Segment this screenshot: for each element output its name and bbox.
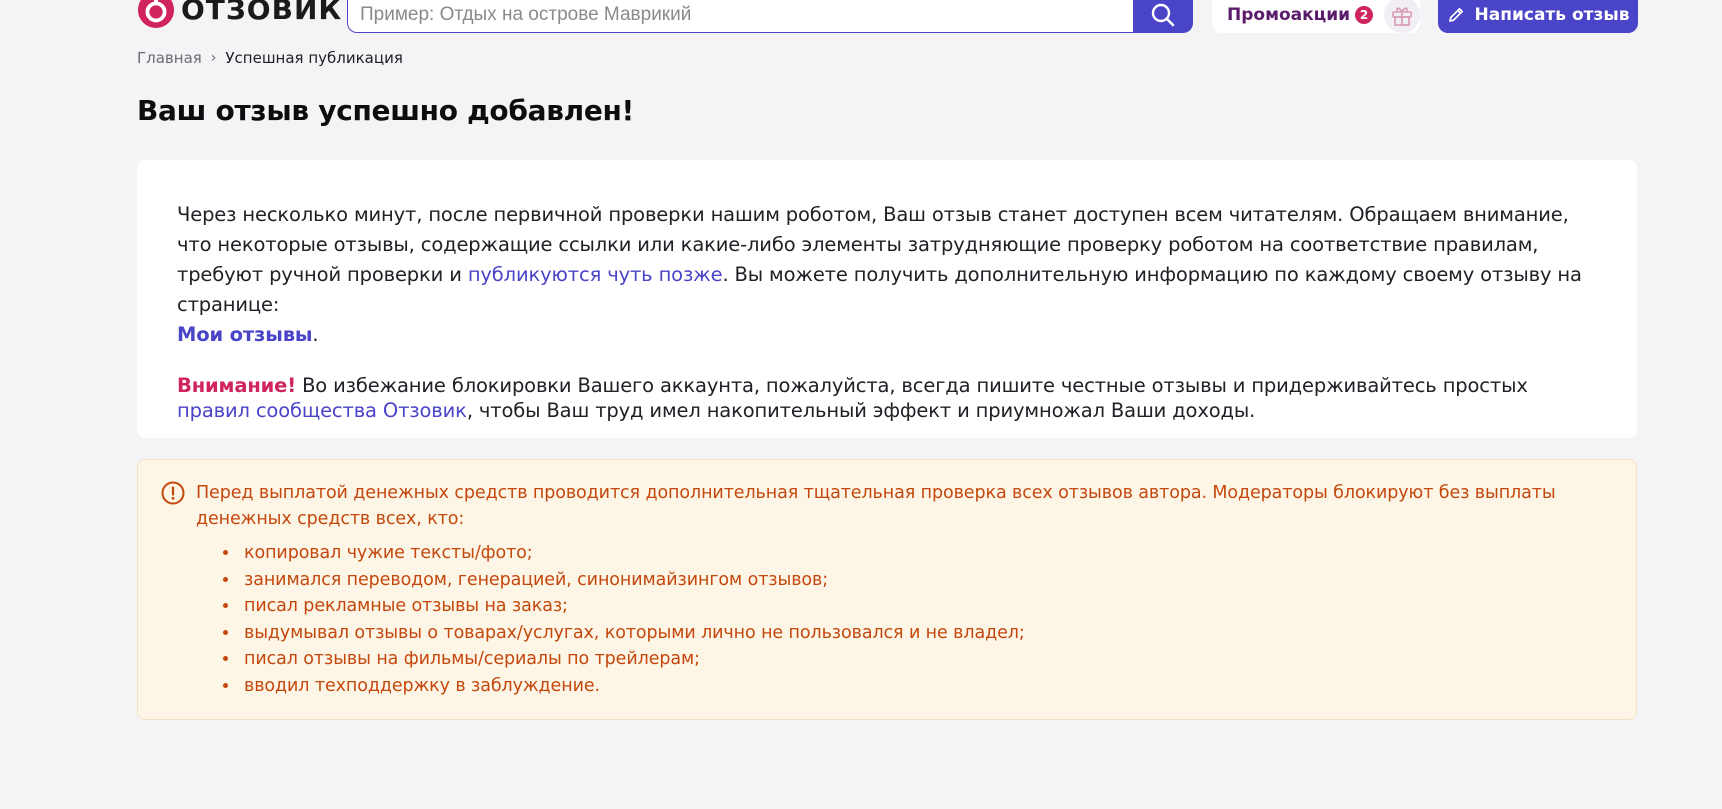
- page-title: Ваш отзыв успешно добавлен!: [137, 94, 635, 127]
- violation-list: копировал чужие тексты/фото; занимался п…: [160, 540, 1612, 699]
- promo-label: Промоакции: [1227, 4, 1351, 25]
- search-icon: [1151, 3, 1175, 26]
- write-review-button[interactable]: Написать отзыв: [1438, 0, 1638, 33]
- publication-info-end: .: [312, 323, 319, 346]
- gift-icon: [1392, 6, 1412, 26]
- site-logo[interactable]: ОТЗОВИК: [137, 0, 342, 30]
- list-item: писал отзывы на фильмы/сериалы по трейле…: [240, 646, 1612, 673]
- breadcrumb-current: Успешная публикация: [225, 49, 403, 67]
- otzovik-logo-icon: [137, 0, 175, 29]
- breadcrumb-home-link[interactable]: Главная: [137, 49, 202, 67]
- attention-text-end: , чтобы Ваш труд имел накопительный эффе…: [466, 399, 1256, 422]
- attention-text: Во избежание блокировки Вашего аккаунта,…: [296, 374, 1528, 397]
- site-header: ОТЗОВИК Промоакции 2 Написа: [0, 0, 1722, 36]
- search-input[interactable]: [347, 0, 1133, 33]
- search-button[interactable]: [1133, 0, 1193, 33]
- community-rules-link[interactable]: правил сообщества Отзовик: [177, 399, 467, 422]
- notice-intro: Перед выплатой денежных средств проводит…: [196, 483, 1556, 529]
- attention-paragraph: Внимание! Во избежание блокировки Вашего…: [177, 373, 1597, 423]
- breadcrumb: Главная › Успешная публикация: [137, 49, 403, 67]
- attention-label: Внимание!: [177, 374, 297, 397]
- breadcrumb-separator: ›: [210, 50, 217, 66]
- gift-icon-wrap: [1384, 0, 1420, 33]
- list-item: копировал чужие тексты/фото;: [240, 540, 1612, 567]
- exclamation-circle-icon: [161, 481, 185, 505]
- list-item: занимался переводом, генерацией, синоним…: [240, 567, 1612, 594]
- success-card: Через несколько минут, после первичной п…: [137, 160, 1637, 438]
- write-review-label: Написать отзыв: [1474, 4, 1630, 25]
- notice-header: Перед выплатой денежных средств проводит…: [160, 480, 1612, 532]
- promo-button[interactable]: Промоакции 2: [1212, 0, 1420, 33]
- pencil-icon: [1448, 7, 1463, 22]
- payout-warning-notice: Перед выплатой денежных средств проводит…: [137, 459, 1637, 720]
- promo-count-badge: 2: [1355, 5, 1374, 24]
- my-reviews-link[interactable]: Мои отзывы: [177, 323, 313, 346]
- list-item: писал рекламные отзывы на заказ;: [240, 593, 1612, 620]
- list-item: вводил техподдержку в заблуждение.: [240, 673, 1612, 700]
- list-item: выдумывал отзывы о товарах/услугах, кото…: [240, 620, 1612, 647]
- publication-info-paragraph: Через несколько минут, после первичной п…: [177, 200, 1597, 350]
- published-later-link[interactable]: публикуются чуть позже: [468, 263, 723, 286]
- search-bar: [347, 0, 1193, 33]
- logo-text: ОТЗОВИК: [181, 0, 343, 26]
